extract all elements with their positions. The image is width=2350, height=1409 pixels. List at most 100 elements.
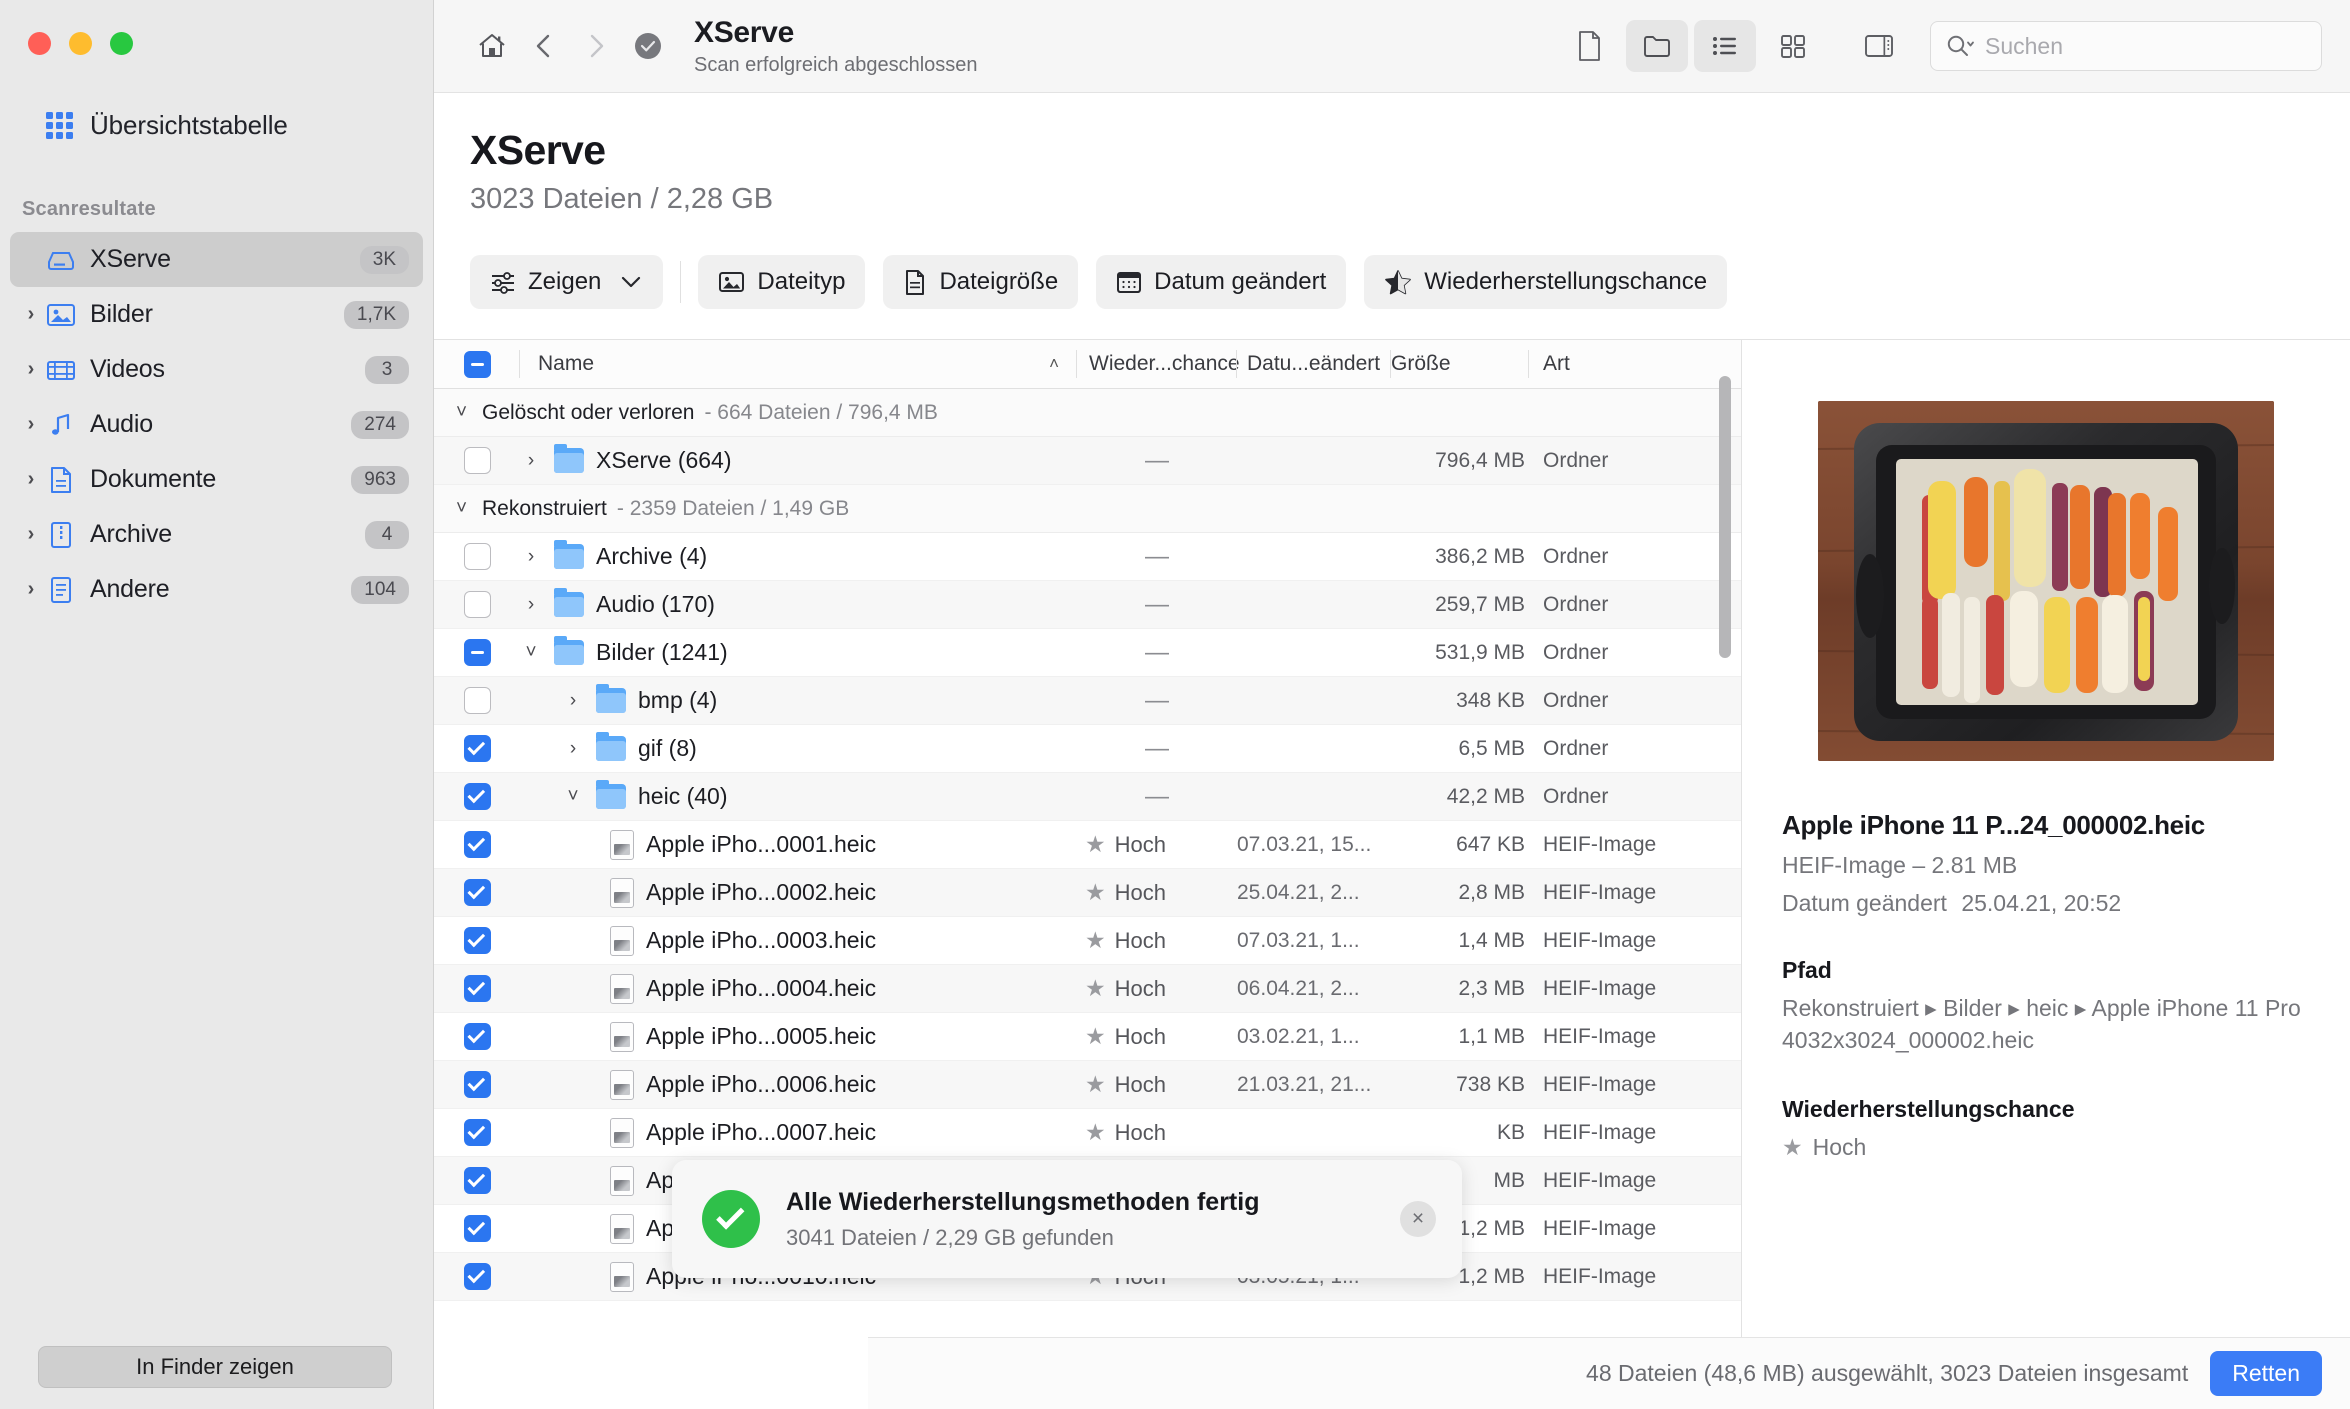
zoom-window-button[interactable] xyxy=(110,32,133,55)
row-checkbox[interactable] xyxy=(434,735,520,762)
close-icon[interactable]: × xyxy=(1400,1201,1436,1237)
folder-view-icon[interactable] xyxy=(1626,20,1688,72)
chevron-right-icon[interactable]: › xyxy=(18,468,44,491)
filetype-filter-button[interactable]: Dateityp xyxy=(698,255,866,309)
home-icon[interactable] xyxy=(466,20,518,72)
search-input[interactable]: Suchen xyxy=(1930,21,2322,71)
column-header-size[interactable]: Größe xyxy=(1391,340,1529,388)
show-filter-button[interactable]: Zeigen xyxy=(470,255,664,309)
chevron-down-icon[interactable]: ˅ xyxy=(520,642,542,664)
table-row[interactable]: Apple iPho...0004.heic ★ Hoch 06.04.21, … xyxy=(434,965,1741,1013)
filesize-filter-button[interactable]: Dateigröße xyxy=(883,255,1079,309)
row-checkbox[interactable] xyxy=(434,1263,520,1290)
row-kind-cell: HEIF-Image xyxy=(1543,1024,1657,1048)
group-header-row[interactable]: ˅ Gelöscht oder verloren - 664 Dateien /… xyxy=(434,389,1741,437)
row-checkbox[interactable] xyxy=(434,543,520,570)
forward-button[interactable] xyxy=(570,20,622,72)
show-in-finder-button[interactable]: In Finder zeigen xyxy=(38,1346,392,1388)
chevron-down-icon[interactable]: ˅ xyxy=(456,402,472,424)
titlebar-text: XServe Scan erfolgreich abgeschlossen xyxy=(694,16,978,77)
chevron-right-icon[interactable]: › xyxy=(520,594,542,616)
row-checkbox[interactable] xyxy=(434,1023,520,1050)
picture-icon xyxy=(718,270,745,294)
row-checkbox[interactable] xyxy=(434,879,520,906)
sidebar-item-audio[interactable]: › Audio 274 xyxy=(10,397,423,452)
sidebar-item-xserve[interactable]: › XServe 3K xyxy=(10,232,423,287)
column-header-name[interactable]: Name ˄ xyxy=(520,340,1077,388)
table-row[interactable]: Apple iPho...0001.heic ★ Hoch 07.03.21, … xyxy=(434,821,1741,869)
row-name-cell: Apple iPho...0004.heic xyxy=(520,965,1077,1012)
row-recovery-cell: ★ Hoch xyxy=(1077,1109,1237,1156)
row-checkbox[interactable] xyxy=(434,1215,520,1242)
table-row[interactable]: Apple iPho...0007.heic ★ Hoch KB HEIF-Im… xyxy=(434,1109,1741,1157)
chevron-down-icon[interactable]: ˅ xyxy=(562,786,584,808)
recoverychance-filter-button[interactable]: Wiederherstellungschance xyxy=(1364,255,1728,309)
back-button[interactable] xyxy=(518,20,570,72)
close-window-button[interactable] xyxy=(28,32,51,55)
table-row[interactable]: › Audio (170) — 259,7 MB Ordner xyxy=(434,581,1741,629)
file-view-icon[interactable] xyxy=(1558,20,1620,72)
row-checkbox[interactable] xyxy=(434,783,520,810)
table-row[interactable]: Apple iPho...0005.heic ★ Hoch 03.02.21, … xyxy=(434,1013,1741,1061)
row-checkbox[interactable] xyxy=(434,1071,520,1098)
select-all-checkbox[interactable] xyxy=(434,340,520,388)
chevron-right-icon[interactable]: › xyxy=(562,738,584,760)
sidebar-item-archive[interactable]: › Archive 4 xyxy=(10,507,423,562)
list-view-icon[interactable] xyxy=(1694,20,1756,72)
overview-table-button[interactable]: Übersichtstabelle xyxy=(36,104,298,147)
table-row[interactable]: Apple iPho...0006.heic ★ Hoch 21.03.21, … xyxy=(434,1061,1741,1109)
chevron-right-icon[interactable]: › xyxy=(18,358,44,381)
minimize-window-button[interactable] xyxy=(69,32,92,55)
chevron-right-icon[interactable]: › xyxy=(18,413,44,436)
sidebar-item-andere[interactable]: › Andere 104 xyxy=(10,562,423,617)
table-row[interactable]: ˅ heic (40) — 42,2 MB Ordner xyxy=(434,773,1741,821)
toast-notification: Alle Wiederherstellungsmethoden fertig 3… xyxy=(672,1160,1462,1278)
sidebar-item-videos[interactable]: › Videos 3 xyxy=(10,342,423,397)
detail-recovery-value: Hoch xyxy=(1812,1134,1867,1161)
row-checkbox[interactable] xyxy=(434,447,520,474)
table-row[interactable]: ˅ Bilder (1241) — 531,9 MB Ordner xyxy=(434,629,1741,677)
table-row[interactable]: Apple iPho...0002.heic ★ Hoch 25.04.21, … xyxy=(434,869,1741,917)
group-header-row[interactable]: ˅ Rekonstruiert - 2359 Dateien / 1,49 GB xyxy=(434,485,1741,533)
sidebar-item-bilder[interactable]: › Bilder 1,7K xyxy=(10,287,423,342)
row-checkbox[interactable] xyxy=(434,831,520,858)
chevron-down-icon[interactable]: ˅ xyxy=(456,498,472,520)
table-row[interactable]: › gif (8) — 6,5 MB Ordner xyxy=(434,725,1741,773)
table-row[interactable]: › XServe (664) — 796,4 MB Ordner xyxy=(434,437,1741,485)
row-checkbox[interactable] xyxy=(434,687,520,714)
chevron-right-icon[interactable]: › xyxy=(18,303,44,326)
datemodified-filter-button[interactable]: Datum geändert xyxy=(1096,255,1347,309)
row-checkbox[interactable] xyxy=(434,1167,520,1194)
column-header-date[interactable]: Datu...eändert xyxy=(1237,340,1391,388)
scrollbar-thumb[interactable] xyxy=(1719,376,1731,658)
chevron-right-icon[interactable]: › xyxy=(18,578,44,601)
save-button[interactable]: Retten xyxy=(2210,1351,2322,1396)
table-row[interactable]: › Archive (4) — 386,2 MB Ordner xyxy=(434,533,1741,581)
sidebar-item-dokumente[interactable]: › Dokumente 963 xyxy=(10,452,423,507)
chevron-right-icon[interactable]: › xyxy=(562,690,584,712)
row-checkbox[interactable] xyxy=(434,639,520,666)
chevron-right-icon[interactable]: › xyxy=(520,546,542,568)
table-row[interactable]: Apple iPho...0003.heic ★ Hoch 07.03.21, … xyxy=(434,917,1741,965)
row-kind-cell: HEIF-Image xyxy=(1543,1072,1657,1096)
row-checkbox[interactable] xyxy=(434,591,520,618)
table-scrollbar[interactable] xyxy=(1718,358,1732,1391)
row-recovery-label: Hoch xyxy=(1114,1071,1166,1097)
table-row[interactable]: › bmp (4) — 348 KB Ordner xyxy=(434,677,1741,725)
column-header-recovery[interactable]: Wieder...chance xyxy=(1077,340,1240,388)
folder-icon xyxy=(554,540,584,569)
chevron-right-icon[interactable]: › xyxy=(18,523,44,546)
chevron-right-icon[interactable]: › xyxy=(520,450,542,472)
row-recovery-label: Hoch xyxy=(1114,831,1166,857)
row-checkbox[interactable] xyxy=(434,1119,520,1146)
column-header-kind[interactable]: Art xyxy=(1529,340,1741,388)
heic-file-icon xyxy=(610,1117,634,1148)
detail-recovery-row: ★ Hoch xyxy=(1782,1134,2310,1161)
row-checkbox[interactable] xyxy=(434,975,520,1002)
grid-view-icon[interactable] xyxy=(1762,20,1824,72)
row-recovery-cell: ★ Hoch xyxy=(1077,917,1237,964)
row-checkbox[interactable] xyxy=(434,927,520,954)
sidebar-toggle-icon[interactable] xyxy=(1848,20,1910,72)
row-date-cell: 25.04.21, 2... xyxy=(1237,880,1360,904)
check-circle-icon[interactable] xyxy=(622,20,674,72)
